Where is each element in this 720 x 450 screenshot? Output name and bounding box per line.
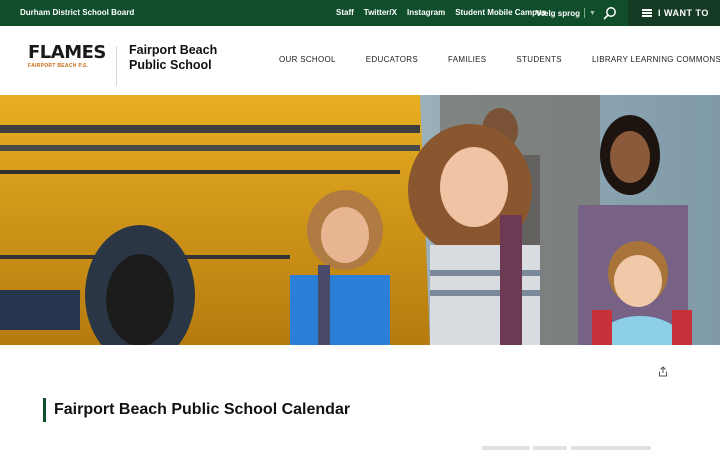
language-selector[interactable]: Vælg sprog ▼	[536, 8, 596, 18]
calendar-control[interactable]	[533, 446, 567, 450]
chevron-down-icon: ▼	[589, 9, 596, 17]
logo-wordmark: FLAMES	[28, 42, 106, 63]
share-icon	[659, 366, 667, 377]
language-label: Vælg sprog	[536, 8, 581, 18]
twitter-link[interactable]: Twitter/X	[364, 8, 397, 17]
nav-our-school[interactable]: OUR SCHOOL	[279, 55, 336, 64]
nav-library-learning-commons[interactable]: LIBRARY LEARNING COMMONS	[592, 55, 720, 64]
title-accent-bar	[43, 398, 46, 422]
nav-families[interactable]: FAMILIES	[448, 55, 486, 64]
school-name-line1: Fairport Beach	[129, 43, 218, 57]
site-header: FLAMES FAIRPORT BEACH P.S. Fairport Beac…	[0, 26, 720, 95]
utility-links: Staff Twitter/X Instagram Student Mobile…	[336, 8, 556, 17]
page-title: Fairport Beach Public School Calendar	[54, 401, 351, 418]
header-divider	[116, 46, 117, 86]
nav-students[interactable]: STUDENTS	[516, 55, 562, 64]
school-name[interactable]: Fairport Beach Public School	[129, 43, 217, 73]
calendar-control[interactable]	[482, 446, 530, 450]
hero-image	[0, 95, 720, 345]
i-want-to-button[interactable]: I WANT TO	[628, 0, 720, 26]
instagram-link[interactable]: Instagram	[407, 8, 445, 17]
nav-educators[interactable]: EDUCATORS	[366, 55, 418, 64]
board-link[interactable]: Durham District School Board	[20, 8, 134, 17]
main-nav: OUR SCHOOL EDUCATORS FAMILIES STUDENTS L…	[279, 55, 720, 64]
student-mobile-campus-link[interactable]: Student Mobile Campus	[455, 8, 546, 17]
logo-subtext: FAIRPORT BEACH P.S.	[28, 63, 89, 69]
search-icon	[603, 7, 616, 20]
top-utility-bar: Durham District School Board Staff Twitt…	[0, 0, 720, 26]
search-button[interactable]	[603, 6, 617, 20]
i-want-to-label: I WANT TO	[658, 8, 709, 18]
staff-link[interactable]: Staff	[336, 8, 354, 17]
share-button[interactable]	[658, 364, 668, 377]
menu-icon	[642, 9, 652, 17]
language-divider	[584, 8, 586, 18]
calendar-control[interactable]	[571, 446, 651, 450]
school-logo[interactable]: FLAMES FAIRPORT BEACH P.S.	[28, 42, 106, 74]
school-name-line2: Public School	[129, 58, 212, 72]
hero-photo	[0, 95, 720, 345]
